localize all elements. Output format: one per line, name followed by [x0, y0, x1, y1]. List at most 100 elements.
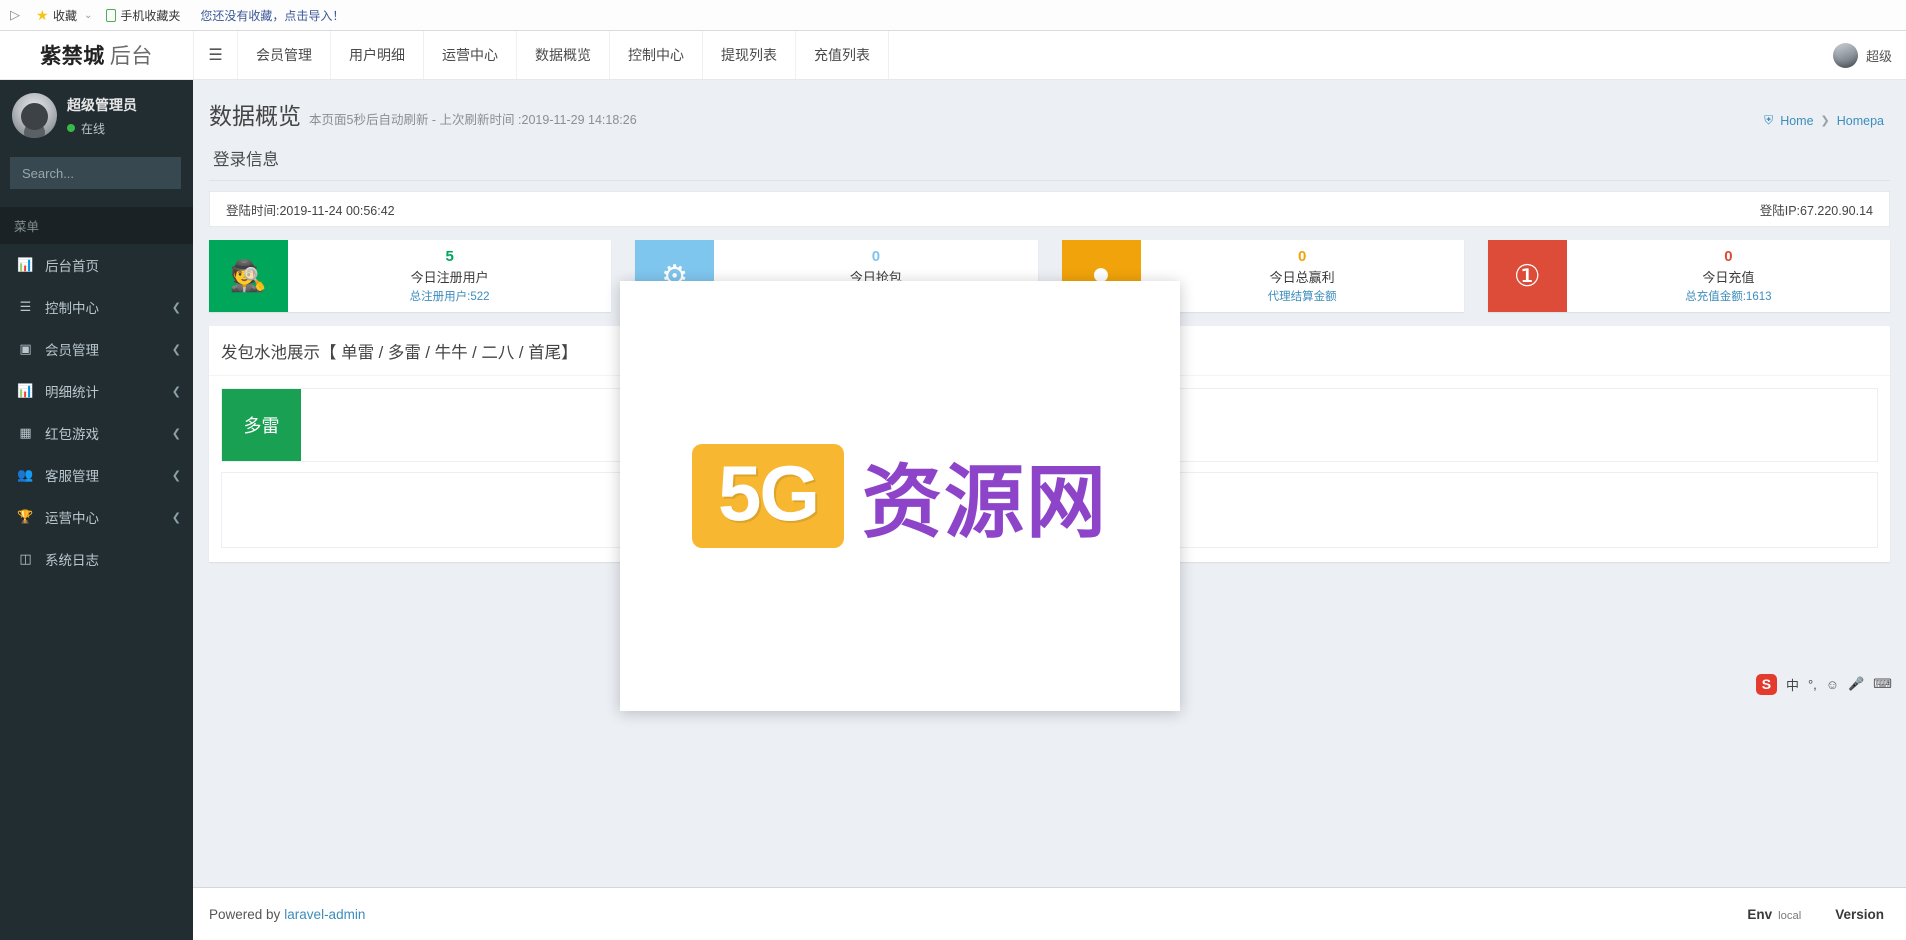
sidebar-item-label: 会员管理: [45, 343, 99, 358]
login-section-title: 登录信息: [213, 151, 279, 169]
home-icon: ⛨: [1764, 113, 1774, 127]
sidebar-item-label: 运营中心: [45, 511, 99, 526]
navbar-user-label: 超级: [1865, 48, 1892, 64]
stat-card-recharge[interactable]: ① 0 今日充值 总充值金额:1613: [1487, 240, 1890, 312]
avatar: [1832, 42, 1858, 68]
footer-env-value: local: [1778, 909, 1802, 922]
sidebar-item-label: 控制中心: [45, 301, 99, 316]
nav-link-withdraw-list[interactable]: 提现列表: [703, 31, 796, 79]
footer-link-laravel-admin[interactable]: laravel-admin: [284, 907, 365, 922]
app-brand[interactable]: 紫禁城 后台: [0, 31, 193, 79]
gamepad-icon: ▦: [19, 425, 32, 440]
login-time: 登陆时间:2019-11-24 00:56:42: [226, 203, 395, 218]
sidebar-item-detail-statistics[interactable]: 📊 明细统计 ❮: [0, 370, 193, 412]
stat-footer: 代理结算金额: [1267, 291, 1337, 303]
stat-card-registered-users[interactable]: 🕵 5 今日注册用户 总注册用户:522: [209, 240, 612, 312]
brand-light: 后台: [109, 45, 153, 68]
ime-language-toggle[interactable]: 中: [1786, 675, 1799, 694]
watermark-text: 资源网: [862, 458, 1109, 547]
sidebar-item-system-log[interactable]: ◫ 系统日志: [0, 538, 193, 580]
browser-bookmark-bar: ▷ ★ 收藏 ⌄ 手机收藏夹 您还没有收藏，点击导入！: [0, 0, 1906, 31]
status-dot-icon: [67, 124, 75, 132]
sidebar-item-member-management[interactable]: ▣ 会员管理 ❮: [0, 328, 193, 370]
sidebar-user-panel[interactable]: 超级管理员 在线: [0, 80, 193, 151]
nav-link-member-management[interactable]: 会员管理: [237, 31, 331, 79]
breadcrumb: ⛨ Home ❯ Homepa: [1764, 113, 1884, 128]
stat-number: 0: [871, 248, 881, 265]
nav-link-control-center[interactable]: 控制中心: [610, 31, 703, 79]
sliders-icon: ☰: [19, 299, 32, 314]
ime-punctuation-toggle[interactable]: °,: [1808, 677, 1817, 692]
watermark-badge: 5G: [691, 444, 845, 548]
bookmark-mobile[interactable]: 手机收藏夹: [106, 7, 180, 24]
star-icon: ★: [36, 6, 49, 23]
stat-number: 5: [445, 248, 454, 265]
id-card-icon: ▣: [19, 341, 32, 356]
sidebar-user-name: 超级管理员: [67, 96, 137, 113]
microphone-icon[interactable]: 🎤: [1848, 676, 1864, 692]
sogou-logo-icon[interactable]: S: [1755, 673, 1777, 695]
nav-link-recharge-list[interactable]: 充值列表: [796, 31, 889, 79]
nav-link-data-overview[interactable]: 数据概览: [517, 31, 610, 79]
page-footer: Powered by laravel-admin Env local Versio…: [193, 887, 1906, 940]
ime-toolbar[interactable]: S 中 °, ☺ 🎤 ⌨: [1748, 671, 1900, 697]
sidebar-item-operation-center[interactable]: 🏆 运营中心 ❮: [0, 496, 193, 538]
bookmark-overflow-icon[interactable]: ▷: [10, 7, 20, 23]
stat-label: 今日注册用户: [410, 270, 489, 285]
chart-bar-icon: 📊: [17, 383, 34, 398]
content-header: 数据概览 本页面5秒后自动刷新 - 上次刷新时间 :2019-11-29 14:…: [193, 80, 1906, 140]
bookmark-favorites[interactable]: ★ 收藏 ⌄: [36, 7, 92, 24]
sidebar-item-label: 客服管理: [45, 469, 99, 484]
sidebar-item-customer-service[interactable]: 👥 客服管理 ❮: [0, 454, 193, 496]
navbar-links: 会员管理 用户明细 运营中心 数据概览 控制中心 提现列表 充值列表: [237, 31, 889, 79]
chart-bar-icon: 📊: [17, 257, 34, 272]
sidebar: 超级管理员 在线 🔍 菜单 📊 后台首页 ☰ 控制中心 ❮ ▣ 会员管理 ❮ 📊…: [0, 80, 215, 940]
chevron-down-icon[interactable]: ⌄: [84, 10, 92, 21]
sidebar-user-status: 在线: [67, 120, 137, 137]
keyboard-icon[interactable]: ⌨: [1873, 676, 1892, 692]
stat-number: 0: [1724, 248, 1733, 265]
stat-label: 今日总赢利: [1269, 270, 1335, 285]
top-navbar: 紫禁城 后台 ☰ 会员管理 用户明细 运营中心 数据概览 控制中心 提现列表 充…: [0, 31, 1906, 80]
page-subtitle: 本页面5秒后自动刷新 - 上次刷新时间 :2019-11-29 14:18:26: [309, 113, 637, 127]
page-title: 数据概览: [209, 103, 301, 129]
sidebar-item-redpacket-game[interactable]: ▦ 红包游戏 ❮: [0, 412, 193, 454]
stat-footer: 总充值金额:1613: [1685, 291, 1772, 303]
chevron-left-icon: ❮: [171, 385, 181, 398]
login-ip: 登陆IP:67.220.90.14: [1759, 203, 1873, 218]
sidebar-item-home[interactable]: 📊 后台首页: [0, 244, 193, 286]
stat-label: 今日充值: [1702, 270, 1755, 285]
nav-link-operation-center[interactable]: 运营中心: [424, 31, 517, 79]
login-info-bar: 登陆时间:2019-11-24 00:56:42 登陆IP:67.220.90.…: [209, 191, 1890, 227]
watermark-popup: 5G 资源网: [620, 281, 1180, 711]
breadcrumb-home[interactable]: Home: [1780, 114, 1813, 128]
stat-number: 0: [1297, 248, 1307, 265]
footer-powered-by: Powered by: [209, 906, 281, 922]
chevron-left-icon: ❮: [171, 511, 181, 524]
sidebar-item-label: 系统日志: [45, 553, 99, 568]
footer-env-label: Env: [1747, 906, 1773, 922]
nav-link-user-details[interactable]: 用户明细: [331, 31, 424, 79]
phone-icon: [106, 8, 117, 22]
sidebar-menu-header: 菜单: [0, 207, 193, 244]
brand-bold: 紫禁城: [40, 45, 105, 68]
money-bill-icon: ①: [1487, 240, 1567, 312]
navbar-user-menu[interactable]: 超级: [1832, 31, 1906, 79]
sidebar-item-label: 后台首页: [45, 259, 99, 274]
chevron-left-icon: ❮: [171, 301, 181, 314]
pool-tag-label: 多雷: [222, 389, 301, 461]
chevron-left-icon: ❮: [171, 343, 181, 356]
bookmark-empty-note[interactable]: 您还没有收藏，点击导入！: [200, 7, 344, 24]
chevron-right-icon: ❯: [1820, 115, 1830, 127]
bookmark-mobile-label: 手机收藏夹: [120, 8, 181, 23]
footer-version-label: Version: [1835, 906, 1884, 922]
users-icon: 👥: [17, 467, 34, 482]
hamburger-icon[interactable]: ☰: [193, 31, 237, 79]
divider: [209, 180, 1890, 181]
smiley-icon[interactable]: ☺: [1826, 677, 1839, 692]
sidebar-item-control-center[interactable]: ☰ 控制中心 ❮: [0, 286, 193, 328]
bookmark-favorites-label: 收藏: [53, 8, 78, 23]
sidebar-user-status-label: 在线: [81, 121, 106, 136]
sidebar-search[interactable]: 🔍: [10, 157, 215, 189]
search-input[interactable]: [11, 165, 198, 181]
